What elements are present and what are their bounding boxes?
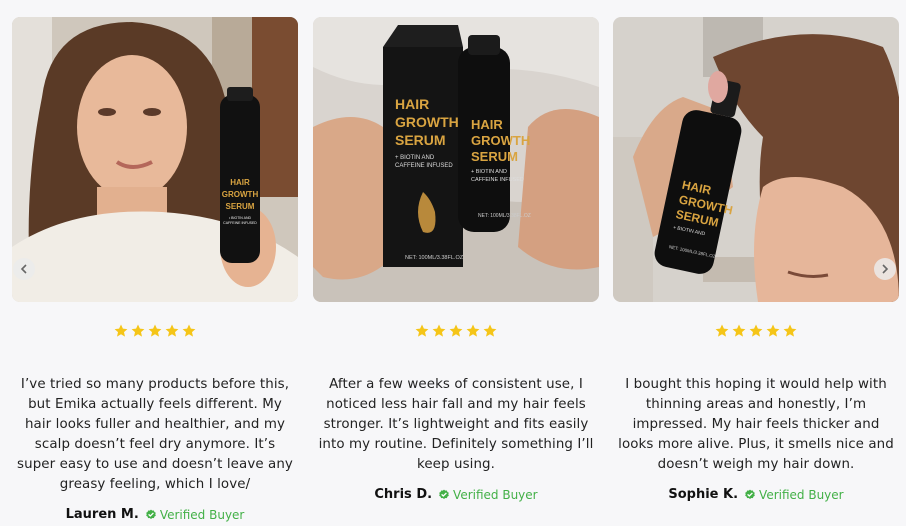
review-card: HAIR GROWTH SERUM • BIOTIN AND CAFFEINE … — [12, 17, 298, 522]
star-icon — [466, 324, 480, 337]
verified-label: Verified Buyer — [759, 487, 844, 502]
star-icon — [131, 324, 145, 337]
svg-text:SERUM: SERUM — [471, 149, 518, 164]
star-icon — [114, 324, 128, 337]
svg-text:SERUM: SERUM — [226, 202, 255, 211]
star-icon — [483, 324, 497, 337]
review-text: After a few weeks of consistent use, I n… — [318, 377, 594, 472]
verified-label: Verified Buyer — [453, 487, 538, 502]
review-card: HAIR GROWTH SERUM + BIOTIN AND NET: 100M… — [613, 17, 899, 502]
review-author-row: Sophie K. Verified Buyer — [613, 487, 899, 502]
review-author-row: Lauren M. Verified Buyer — [12, 507, 298, 522]
svg-text:+ BIOTIN AND: + BIOTIN AND — [471, 169, 507, 175]
check-circle-icon — [439, 489, 449, 499]
svg-text:CAFFEINE INFUSED: CAFFEINE INFUSED — [471, 177, 524, 183]
review-author: Sophie K. — [668, 487, 739, 502]
svg-text:CAFFEINE INFUSED: CAFFEINE INFUSED — [223, 221, 257, 225]
reviews-carousel: HAIR GROWTH SERUM • BIOTIN AND CAFFEINE … — [0, 0, 906, 526]
star-icon — [749, 324, 763, 337]
review-text: I’ve tried so many products before this,… — [17, 377, 293, 492]
star-icon — [783, 324, 797, 337]
star-icon — [148, 324, 162, 337]
star-icon — [432, 324, 446, 337]
review-author: Lauren M. — [65, 507, 139, 522]
verified-badge: Verified Buyer — [145, 507, 245, 522]
svg-text:HAIR: HAIR — [395, 96, 429, 112]
review-photo[interactable]: HAIR GROWTH SERUM + BIOTIN AND NET: 100M… — [613, 17, 899, 302]
review-text: I bought this hoping it would help with … — [618, 377, 894, 472]
check-circle-icon — [146, 509, 156, 519]
star-icon — [732, 324, 746, 337]
svg-text:HAIR: HAIR — [230, 178, 250, 187]
svg-text:CAFFEINE INFUSED: CAFFEINE INFUSED — [395, 163, 453, 169]
photo-hands-holding-box-and-bottle: HAIR GROWTH SERUM + BIOTIN AND CAFFEINE … — [313, 17, 599, 302]
chevron-right-icon — [882, 264, 889, 274]
star-rating — [12, 324, 298, 340]
carousel-prev-button[interactable] — [13, 258, 35, 280]
svg-text:GROWTH: GROWTH — [395, 114, 459, 130]
star-icon — [182, 324, 196, 337]
verified-badge: Verified Buyer — [438, 488, 538, 502]
star-icon — [449, 324, 463, 337]
star-rating — [613, 324, 899, 340]
svg-text:NET: 100ML/3.38FL.OZ: NET: 100ML/3.38FL.OZ — [478, 213, 531, 219]
photo-woman-spraying-scalp: HAIR GROWTH SERUM + BIOTIN AND NET: 100M… — [613, 17, 899, 302]
review-card: HAIR GROWTH SERUM + BIOTIN AND CAFFEINE … — [313, 17, 599, 502]
star-rating — [313, 324, 599, 340]
check-circle-icon — [745, 489, 755, 499]
svg-text:SERUM: SERUM — [395, 132, 446, 148]
svg-text:+ BIOTIN AND: + BIOTIN AND — [395, 155, 435, 161]
star-icon — [715, 324, 729, 337]
verified-label: Verified Buyer — [159, 507, 245, 522]
verified-badge: Verified Buyer — [744, 488, 844, 502]
review-author-row: Chris D. Verified Buyer — [313, 487, 599, 502]
svg-text:HAIR: HAIR — [471, 117, 503, 132]
review-photo[interactable]: HAIR GROWTH SERUM + BIOTIN AND CAFFEINE … — [313, 17, 599, 302]
svg-text:NET: 100ML/3.38FL.OZ: NET: 100ML/3.38FL.OZ — [405, 255, 464, 261]
chevron-left-icon — [20, 264, 27, 274]
svg-text:• BIOTIN AND: • BIOTIN AND — [229, 216, 252, 220]
review-author: Chris D. — [374, 487, 433, 502]
svg-text:GROWTH: GROWTH — [222, 190, 259, 199]
star-icon — [415, 324, 429, 337]
star-icon — [165, 324, 179, 337]
star-icon — [766, 324, 780, 337]
review-photo[interactable]: HAIR GROWTH SERUM • BIOTIN AND CAFFEINE … — [12, 17, 298, 302]
svg-text:GROWTH: GROWTH — [471, 133, 530, 148]
photo-woman-holding-serum: HAIR GROWTH SERUM • BIOTIN AND CAFFEINE … — [12, 17, 298, 302]
carousel-next-button[interactable] — [874, 258, 896, 280]
